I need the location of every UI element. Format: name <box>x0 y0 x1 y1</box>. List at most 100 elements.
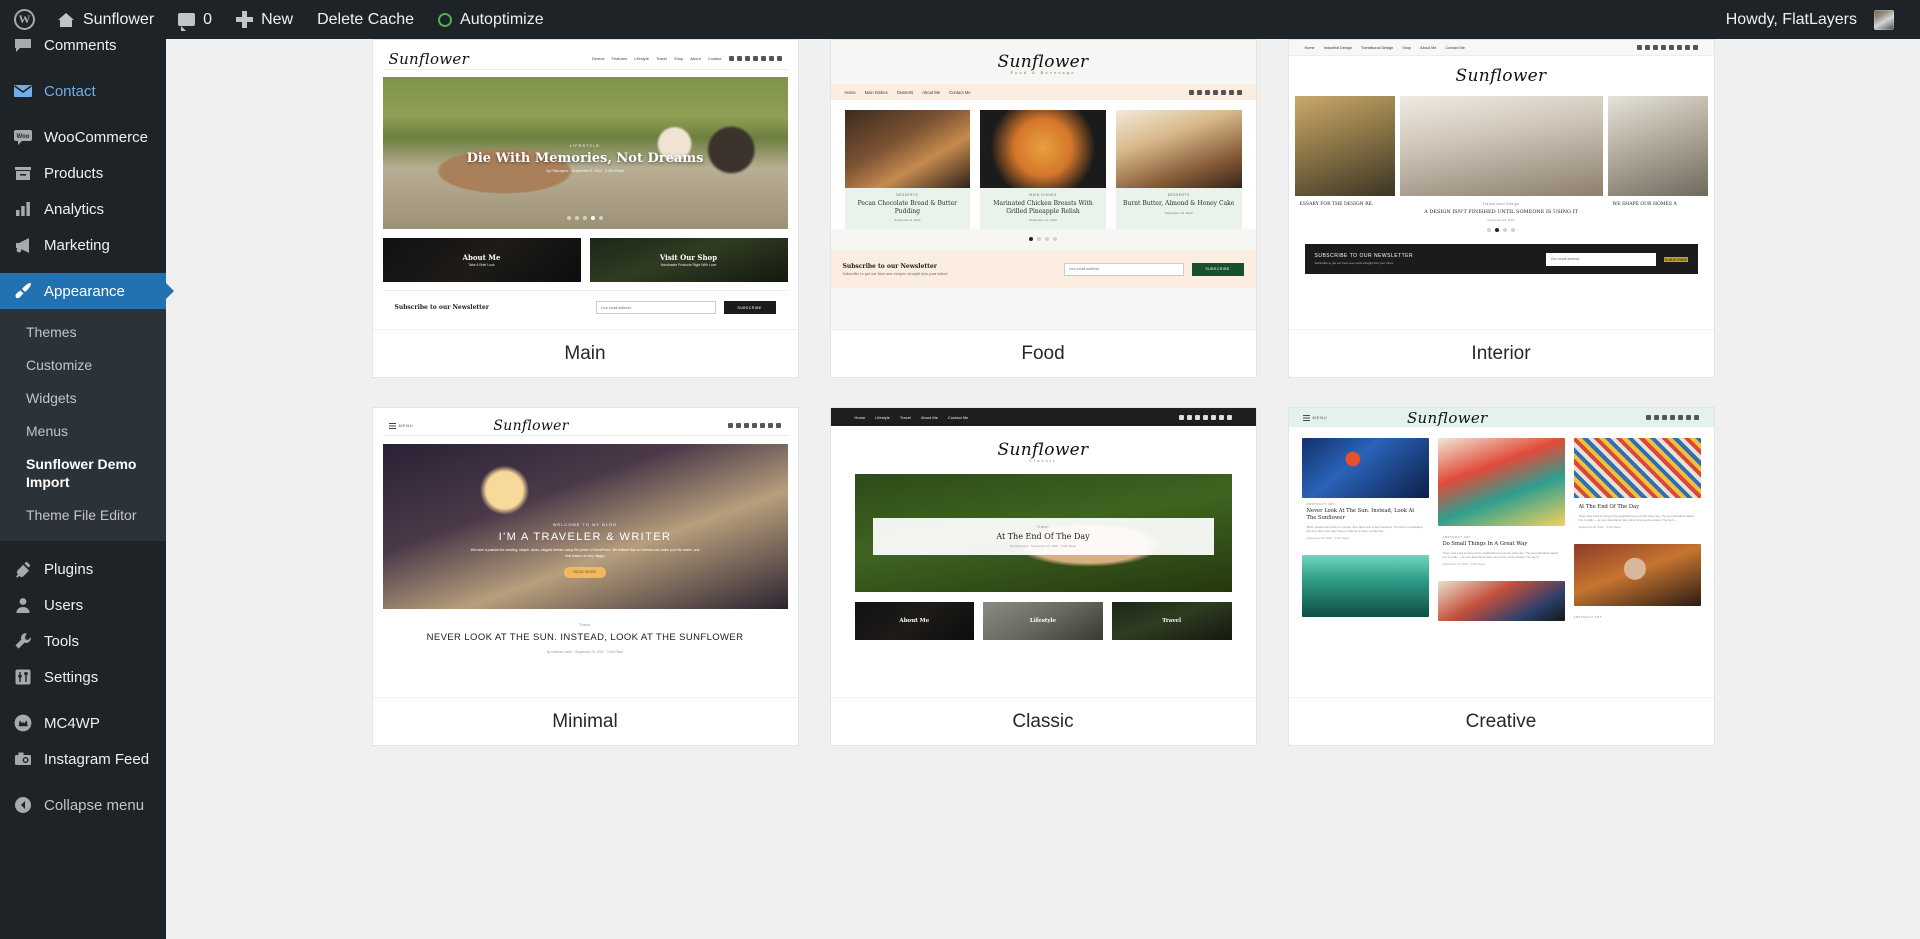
preview-card-featured[interactable]: Transitional Design A DESIGN ISN'T FINIS… <box>1399 96 1603 222</box>
post-title: At The End Of The Day <box>1578 504 1640 510</box>
nav-link: Home <box>844 89 856 95</box>
hero-read-more-button[interactable]: READ MORE <box>564 566 606 578</box>
demo-card-classic[interactable]: Home Lifestyle Travel About Me Contact M… <box>829 407 1257 746</box>
hero-slider: Lifestyle Die With Memories, Not Dreams … <box>382 77 788 229</box>
post-block[interactable]: Travel NEVER LOOK AT THE SUN. INSTEAD, L… <box>383 609 788 654</box>
sidebar-item-instagram-feed[interactable]: Instagram Feed <box>0 741 166 777</box>
brand-text: Sunflower <box>997 52 1089 72</box>
hero-byline: By FlatLayers · September 20, 2022 · 5 M… <box>1009 544 1077 548</box>
comments-bubble[interactable]: 0 <box>166 0 224 39</box>
sidebar-item-marketing[interactable]: Marketing <box>0 227 166 263</box>
newsletter-subscribe-button[interactable]: SUBSCRIBE <box>1191 262 1244 276</box>
demo-card-interior[interactable]: Home Industrial Design Transitional Desi… <box>1287 39 1715 378</box>
promo-tile[interactable]: About Me <box>854 602 975 640</box>
sidebar-item-mc4wp[interactable]: MC4WP <box>0 705 166 741</box>
post-card[interactable]: At The End Of The Day There was a kid ru… <box>1573 438 1701 536</box>
social-icons <box>1646 415 1700 420</box>
social-icons <box>1188 89 1242 95</box>
sidebar-item-settings[interactable]: Settings <box>0 659 166 695</box>
submenu-item-widgets[interactable]: Widgets <box>0 382 166 415</box>
analytics-icon <box>13 199 33 219</box>
brand-tagline: Food & Beverage <box>1010 70 1076 75</box>
newsletter-email-input[interactable] <box>1063 262 1184 276</box>
autoptimize-menu[interactable]: Autoptimize <box>426 0 556 39</box>
submenu-item-sunflower-demo-import[interactable]: Sunflower Demo Import <box>0 448 166 500</box>
mc4wp-icon <box>13 713 33 733</box>
post-date: September 22, 2022 · 3 Min Read <box>1442 562 1485 567</box>
post-category: Desserts <box>1167 193 1190 197</box>
post-thumbnail[interactable] <box>1437 581 1565 622</box>
preview-nav: Home Lifestyle Travel About Me Contact M… <box>830 408 1256 426</box>
new-label: New <box>261 10 294 28</box>
hero-headline: Die With Memories, Not Dreams <box>466 151 704 166</box>
slider-dots[interactable] <box>383 216 788 220</box>
post-card[interactable]: Desserts Pecan Chocolate Bread & Butter … <box>844 110 971 229</box>
post-thumbnail[interactable] <box>1573 544 1701 607</box>
demo-card-main[interactable]: Sunflower Demos Features Lifestyle Trave… <box>371 39 799 378</box>
newsletter-sub: Subscribe to get our best new recipes st… <box>842 271 948 276</box>
promo-tile[interactable]: Lifestyle <box>983 602 1103 640</box>
promo-tile[interactable]: Visit Our Shop Handmade Products Right W… <box>589 238 788 282</box>
nav-link: Home <box>1304 45 1315 50</box>
menu-label: MENU <box>398 423 414 428</box>
nav-link: Contact Me <box>947 414 969 420</box>
post-card[interactable]: Abstract Art Never Look At The Sun. Inst… <box>1301 438 1429 547</box>
submenu-item-themes[interactable]: Themes <box>0 316 166 349</box>
camera-icon <box>13 749 33 769</box>
slider-dots[interactable] <box>1289 228 1714 232</box>
nav-link: About Me <box>920 414 938 420</box>
post-thumbnail[interactable] <box>1301 555 1429 618</box>
demo-card-minimal[interactable]: MENU Sunflower Welcome To My Blog I'M A … <box>371 407 799 746</box>
sidebar-item-contact[interactable]: Contact <box>0 73 166 109</box>
newsletter-email-input[interactable] <box>1546 252 1657 266</box>
newsletter-email-input[interactable] <box>595 301 716 314</box>
card-title: WE SHAPE OUR HOMES A <box>1612 202 1677 207</box>
demo-preview-minimal: MENU Sunflower Welcome To My Blog I'M A … <box>372 408 798 698</box>
sidebar-item-label: Instagram Feed <box>44 750 150 768</box>
delete-cache-button[interactable]: Delete Cache <box>305 0 426 39</box>
promo-tile[interactable]: Travel <box>1111 602 1232 640</box>
promo-tile[interactable]: About Me Take A Brief Look <box>382 238 581 282</box>
post-card[interactable]: Abstract Art Do Small Things In A Great … <box>1437 535 1565 573</box>
wp-logo-menu[interactable] <box>0 0 45 39</box>
new-content-menu[interactable]: New <box>224 0 305 39</box>
tile-title: Visit Our Shop <box>659 253 718 262</box>
slider-dots[interactable] <box>831 237 1256 241</box>
demo-preview-food: Sunflower Food & Beverage Home Main Dish… <box>830 40 1256 330</box>
sidebar-item-appearance[interactable]: Appearance <box>0 273 166 309</box>
sidebar-item-tools[interactable]: Tools <box>0 623 166 659</box>
card-category: Transitional Design <box>1482 202 1520 206</box>
preview-card[interactable]: ESSARY FOR THE DESIGN RE. <box>1294 96 1395 215</box>
demo-grid: Sunflower Demos Features Lifestyle Trave… <box>166 39 1920 746</box>
collapse-menu-label: Collapse menu <box>44 796 145 814</box>
admin-sidebar: Comments Contact Woo WooCommerce Product… <box>0 0 166 939</box>
post-title: NEVER LOOK AT THE SUN. INSTEAD, LOOK AT … <box>426 632 744 643</box>
nav-link: Travel <box>655 56 667 61</box>
newsletter-subscribe-button[interactable]: SUBSCRIBE <box>723 301 776 314</box>
collapse-menu-button[interactable]: Collapse menu <box>0 787 166 823</box>
tile-sub: Handmade Products Right With Love <box>660 263 717 267</box>
newsletter-subscribe-button[interactable]: SUBSCRIBE <box>1664 256 1688 262</box>
demo-card-creative[interactable]: MENU Sunflower Abstract Art <box>1287 407 1715 746</box>
sidebar-item-analytics[interactable]: Analytics <box>0 191 166 227</box>
post-date: September 19, 2022 <box>1028 218 1058 222</box>
tile-title: About Me <box>462 253 501 262</box>
account-menu[interactable]: Howdy, FlatLayers <box>1714 0 1906 39</box>
submenu-item-customize[interactable]: Customize <box>0 349 166 382</box>
mail-icon <box>13 81 33 101</box>
demo-card-food[interactable]: Sunflower Food & Beverage Home Main Dish… <box>829 39 1257 378</box>
preview-card[interactable]: WE SHAPE OUR HOMES A <box>1607 96 1708 215</box>
post-card[interactable]: Main Dishes Marinated Chicken Breasts Wi… <box>980 110 1106 229</box>
submenu-item-menus[interactable]: Menus <box>0 415 166 448</box>
site-name-menu[interactable]: Sunflower <box>45 0 166 39</box>
sidebar-item-products[interactable]: Products <box>0 155 166 191</box>
sidebar-item-label: Marketing <box>44 236 110 254</box>
post-card[interactable]: Desserts Burnt Butter, Almond & Honey Ca… <box>1115 110 1242 229</box>
sidebar-item-users[interactable]: Users <box>0 587 166 623</box>
sidebar-item-plugins[interactable]: Plugins <box>0 551 166 587</box>
hamburger-icon <box>1302 414 1310 421</box>
post-thumbnail[interactable] <box>1437 438 1565 526</box>
sidebar-item-woocommerce[interactable]: Woo WooCommerce <box>0 119 166 155</box>
settings-icon <box>13 667 33 687</box>
submenu-item-theme-file-editor[interactable]: Theme File Editor <box>0 499 166 532</box>
